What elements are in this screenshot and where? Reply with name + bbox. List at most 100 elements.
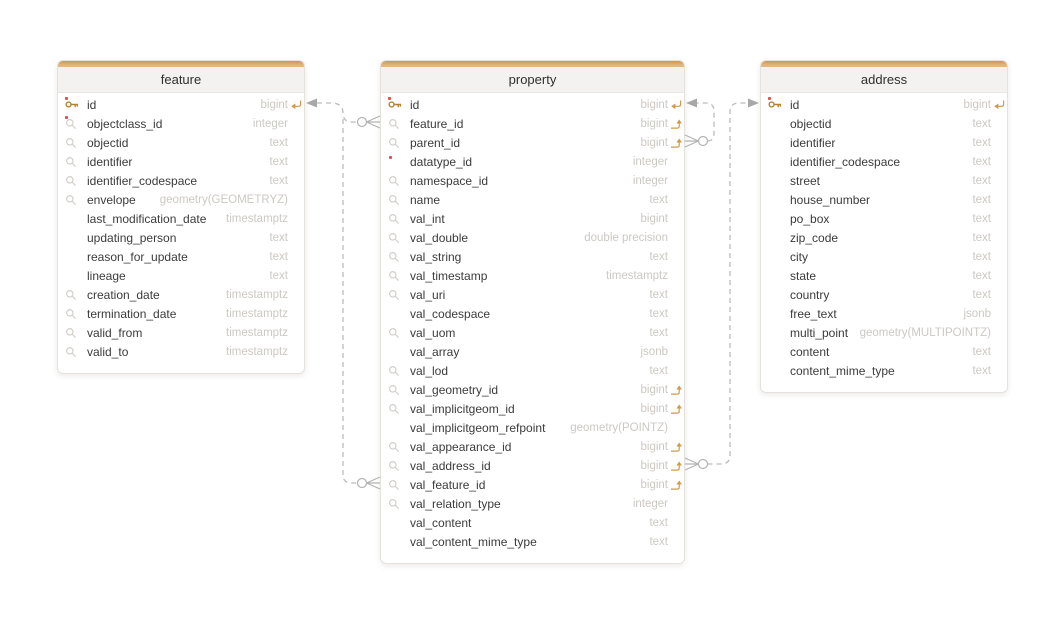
erd-canvas[interactable]: feature idbigintobjectclass_idintegerobj… — [0, 0, 1064, 627]
table-title[interactable]: address — [761, 67, 1007, 93]
required-dot — [389, 156, 392, 159]
column-row-identifier-codespace[interactable]: identifier_codespacetext — [761, 152, 1007, 171]
column-row-id[interactable]: idbigint — [761, 95, 1007, 114]
column-name: zip_code — [790, 231, 838, 245]
column-row-street[interactable]: streettext — [761, 171, 1007, 190]
table-columns: idbigintobjectclass_idintegerobjectidtex… — [58, 93, 304, 373]
column-name: val_string — [410, 250, 461, 264]
column-row-val-address-id[interactable]: val_address_idbigint — [381, 456, 684, 475]
column-name: city — [790, 250, 808, 264]
column-row-feature-id[interactable]: feature_idbigint — [381, 114, 684, 133]
column-row-lineage[interactable]: lineagetext — [58, 266, 304, 285]
column-row-objectid[interactable]: objectidtext — [58, 133, 304, 152]
column-row-val-geometry-id[interactable]: val_geometry_idbigint — [381, 380, 684, 399]
column-name: objectclass_id — [87, 117, 162, 131]
table-card-address[interactable]: address idbigintobjectidtextidentifierte… — [760, 60, 1008, 393]
relation-property-feature-id-to-feature-id[interactable] — [306, 99, 380, 129]
column-row-id[interactable]: idbigint — [58, 95, 304, 114]
column-row-envelope[interactable]: envelopegeometry(GEOMETRYZ) — [58, 190, 304, 209]
column-row-val-double[interactable]: val_doubledouble precision — [381, 228, 684, 247]
column-row-val-timestamp[interactable]: val_timestamptimestamptz — [381, 266, 684, 285]
column-row-content[interactable]: contenttext — [761, 342, 1007, 361]
column-row-po-box[interactable]: po_boxtext — [761, 209, 1007, 228]
column-row-reason-for-update[interactable]: reason_for_updatetext — [58, 247, 304, 266]
column-row-val-appearance-id[interactable]: val_appearance_idbigint — [381, 437, 684, 456]
search-icon — [388, 327, 400, 339]
table-card-property[interactable]: property idbigintfeature_idbigintparent_… — [380, 60, 685, 564]
column-row-last-modification-date[interactable]: last_modification_datetimestamptz — [58, 209, 304, 228]
column-type: text — [261, 175, 288, 187]
column-row-content-mime-type[interactable]: content_mime_typetext — [761, 361, 1007, 380]
column-type: text — [261, 251, 288, 263]
column-row-multi-point[interactable]: multi_pointgeometry(MULTIPOINTZ) — [761, 323, 1007, 342]
search-icon — [65, 194, 77, 206]
column-type: timestamptz — [218, 346, 288, 358]
column-row-val-uom[interactable]: val_uom text — [381, 323, 684, 342]
column-row-creation-date[interactable]: creation_datetimestamptz — [58, 285, 304, 304]
required-dot — [65, 97, 68, 100]
column-name: datatype_id — [410, 155, 472, 169]
column-icon-cell — [768, 114, 790, 133]
column-name: identifier — [790, 136, 835, 150]
column-row-val-array[interactable]: val_arrayjsonb — [381, 342, 684, 361]
column-row-identifier[interactable]: identifiertext — [761, 133, 1007, 152]
column-row-val-int[interactable]: val_intbigint — [381, 209, 684, 228]
search-icon — [65, 156, 77, 168]
column-row-city[interactable]: citytext — [761, 247, 1007, 266]
column-type: text — [641, 365, 668, 377]
relation-property-parent-id-to-property-id[interactable] — [685, 99, 714, 148]
column-row-datatype-id[interactable]: datatype_idinteger — [381, 152, 684, 171]
column-row-country[interactable]: countrytext — [761, 285, 1007, 304]
column-row-val-relation-type[interactable]: val_relation_typeinteger — [381, 494, 684, 513]
column-name: val_uom — [410, 326, 455, 340]
column-row-house-number[interactable]: house_numbertext — [761, 190, 1007, 209]
column-row-namespace-id[interactable]: namespace_idinteger — [381, 171, 684, 190]
column-icon-cell — [388, 209, 410, 228]
column-row-identifier-codespace[interactable]: identifier_codespacetext — [58, 171, 304, 190]
column-icon-cell — [768, 152, 790, 171]
column-row-zip-code[interactable]: zip_codetext — [761, 228, 1007, 247]
column-row-free-text[interactable]: free_textjsonb — [761, 304, 1007, 323]
column-type: geometry(POINTZ) — [562, 422, 668, 434]
column-type: text — [641, 327, 668, 339]
column-type: text — [641, 536, 668, 548]
column-row-val-implicitgeom-refpoint[interactable]: val_implicitgeom_refpointgeometry(POINTZ… — [381, 418, 684, 437]
table-columns: idbigintobjectidtextidentifiertextidenti… — [761, 93, 1007, 392]
column-icon-cell — [388, 418, 410, 437]
search-icon — [388, 384, 400, 396]
column-name: identifier_codespace — [790, 155, 900, 169]
column-row-val-feature-id[interactable]: val_feature_idbigint — [381, 475, 684, 494]
column-type: bigint — [633, 384, 669, 396]
column-type: jsonb — [956, 308, 992, 320]
search-icon — [388, 441, 400, 453]
column-row-valid-to[interactable]: valid_totimestamptz — [58, 342, 304, 361]
relation-property-val-address-id-to-address-id[interactable] — [685, 99, 759, 471]
column-type: geometry(MULTIPOINTZ) — [852, 327, 991, 339]
column-row-val-content[interactable]: val_contenttext — [381, 513, 684, 532]
column-row-id[interactable]: idbigint — [381, 95, 684, 114]
column-row-termination-date[interactable]: termination_datetimestamptz — [58, 304, 304, 323]
table-title[interactable]: feature — [58, 67, 304, 93]
column-row-objectclass-id[interactable]: objectclass_idinteger — [58, 114, 304, 133]
column-row-val-content-mime-type[interactable]: val_content_mime_typetext — [381, 532, 684, 551]
column-name: objectid — [87, 136, 128, 150]
column-row-state[interactable]: statetext — [761, 266, 1007, 285]
column-row-val-uri[interactable]: val_uritext — [381, 285, 684, 304]
relation-property-val-feature-id-to-feature-id[interactable] — [343, 119, 380, 489]
column-row-valid-from[interactable]: valid_fromtimestamptz — [58, 323, 304, 342]
column-row-updating-person[interactable]: updating_persontext — [58, 228, 304, 247]
column-row-objectid[interactable]: objectidtext — [761, 114, 1007, 133]
search-icon — [388, 460, 400, 472]
column-row-parent-id[interactable]: parent_idbigint — [381, 133, 684, 152]
column-row-name[interactable]: nametext — [381, 190, 684, 209]
column-row-val-implicitgeom-id[interactable]: val_implicitgeom_idbigint — [381, 399, 684, 418]
column-type: text — [641, 289, 668, 301]
column-row-val-string[interactable]: val_stringtext — [381, 247, 684, 266]
table-title[interactable]: property — [381, 67, 684, 93]
column-row-val-codespace[interactable]: val_codespacetext — [381, 304, 684, 323]
column-name: po_box — [790, 212, 829, 226]
column-row-val-lod[interactable]: val_lodtext — [381, 361, 684, 380]
table-card-feature[interactable]: feature idbigintobjectclass_idintegerobj… — [57, 60, 305, 374]
column-name: val_int — [410, 212, 445, 226]
column-row-identifier[interactable]: identifiertext — [58, 152, 304, 171]
